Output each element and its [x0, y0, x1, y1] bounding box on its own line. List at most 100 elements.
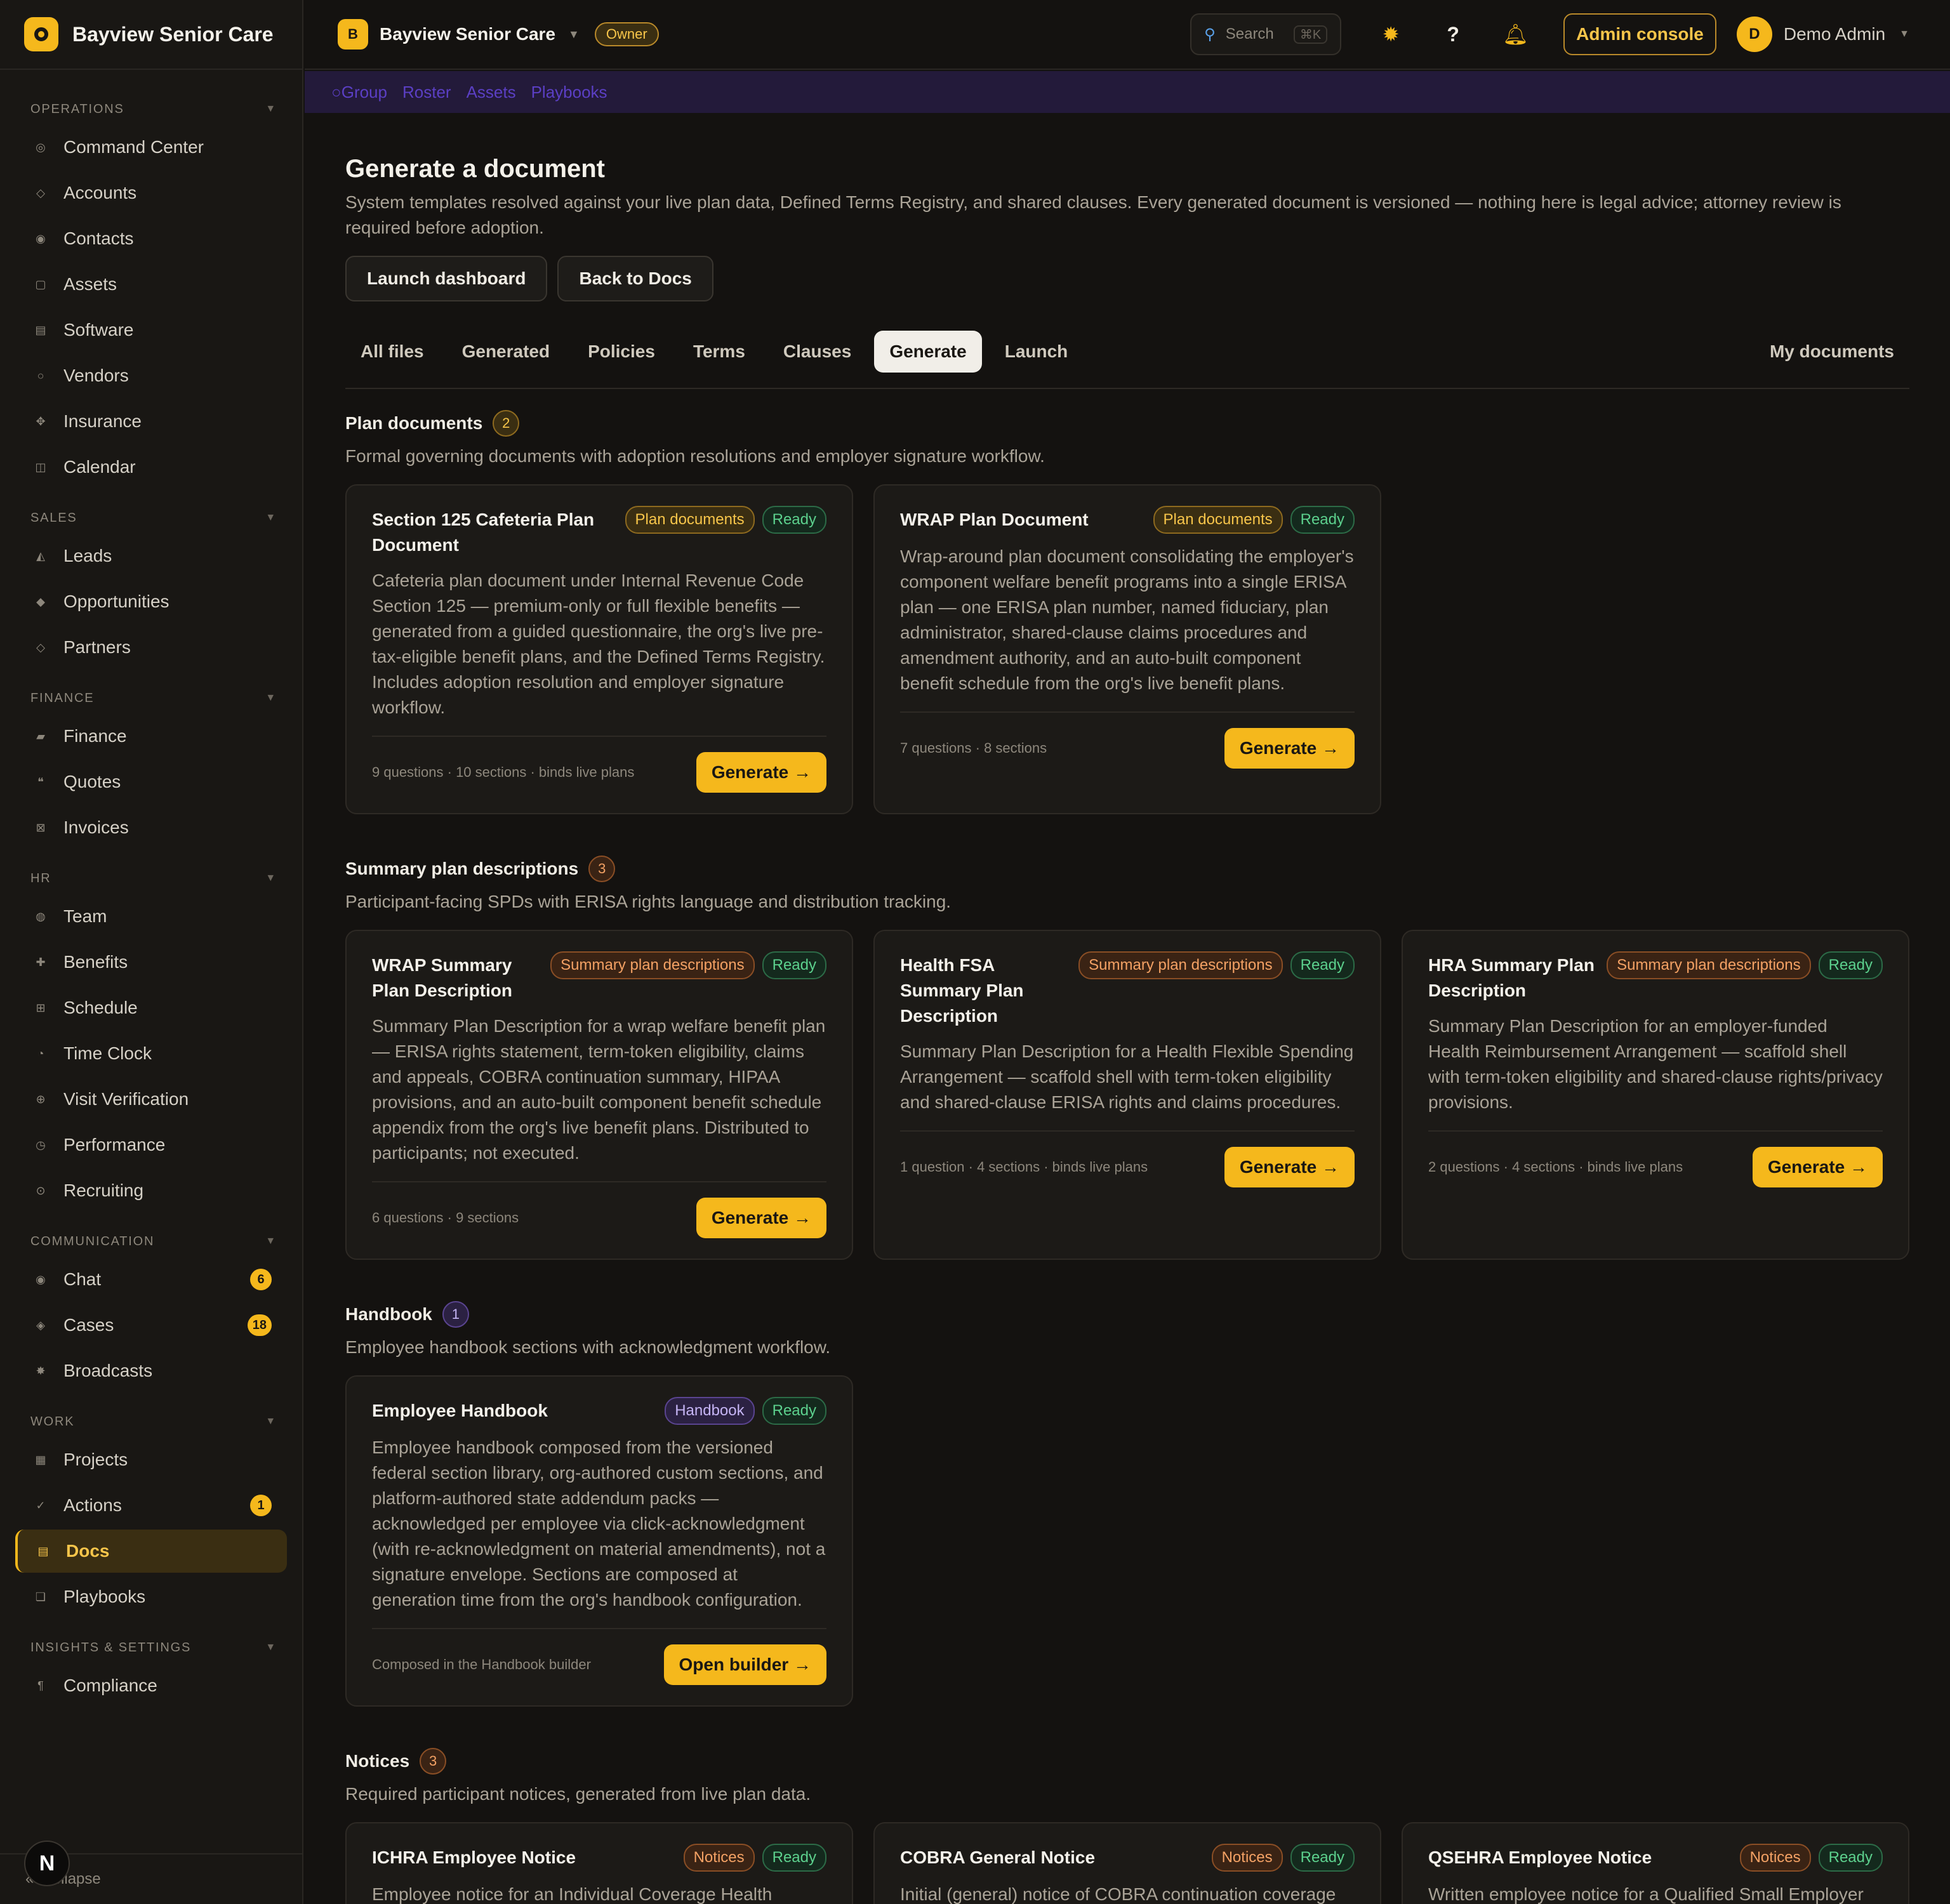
sidebar-item-schedule[interactable]: ⊞ Schedule — [15, 986, 287, 1029]
sidebar-item-chat[interactable]: ◉ Chat 6 — [15, 1258, 287, 1301]
sidebar-item-calendar[interactable]: ◫ Calendar — [15, 446, 287, 489]
sidebar-section-insights-settings[interactable]: INSIGHTS & SETTINGS ▼ — [0, 1634, 302, 1662]
org-logo[interactable]: B — [338, 19, 368, 50]
section-description: Employee handbook sections with acknowle… — [345, 1337, 831, 1357]
performance-icon: ◷ — [36, 1138, 46, 1151]
launch-dashboard-button[interactable]: Launch dashboard — [345, 256, 548, 301]
card-grid: Employee Handbook Handbook Ready Employee h… — [345, 1375, 1909, 1707]
chevron-down-icon[interactable]: ▼ — [265, 103, 277, 115]
sidebar-item-team[interactable]: ◍ Team — [15, 895, 287, 938]
sidebar-section-hr[interactable]: HR ▼ — [0, 864, 302, 892]
card-header: Section 125 Cafeteria Plan Document Plan … — [372, 506, 826, 558]
card-header: Employee Handbook Handbook Ready — [372, 1397, 826, 1425]
back-to-docs-button[interactable]: Back to Docs — [557, 256, 713, 301]
card-description: Written employee notice for a Qualified … — [1428, 1884, 1864, 1904]
chevron-down-icon[interactable]: ▼ — [265, 692, 277, 704]
sidebar-item-quotes[interactable]: ❝ Quotes — [15, 760, 287, 803]
generate-button[interactable]: Generate → — [1752, 1147, 1883, 1187]
sidebar-item-benefits[interactable]: ✚ Benefits — [15, 941, 287, 984]
sidebar-item-recruiting[interactable]: ⊙ Recruiting — [15, 1169, 287, 1212]
sidebar-item-command-center[interactable]: ◎ Command Center — [15, 126, 287, 169]
category-badge: Notices — [1211, 1844, 1283, 1872]
chevron-down-icon[interactable]: ▼ — [568, 28, 580, 41]
card-header: QSEHRA Employee Notice Notices Ready — [1428, 1844, 1883, 1872]
generate-button[interactable]: Generate → — [1224, 728, 1355, 769]
theme-sun-icon[interactable]: ✹ — [1378, 22, 1403, 46]
n-logo[interactable]: N — [24, 1841, 70, 1886]
card-header: WRAP Plan Document Plan documents Ready — [900, 506, 1355, 534]
sidebar-section-operations[interactable]: OPERATIONS ▼ — [0, 95, 302, 123]
status-badge: Ready — [762, 1397, 826, 1425]
tab-launch[interactable]: Launch — [990, 331, 1084, 373]
playbooks-icon: ❏ — [35, 1590, 46, 1603]
tab-generated[interactable]: Generated — [447, 331, 566, 373]
chevron-down-icon[interactable]: ▼ — [265, 512, 277, 524]
admin-console-button[interactable]: Admin console — [1563, 13, 1716, 55]
tab-terms[interactable]: Terms — [678, 331, 760, 373]
leads-icon: ◭ — [36, 549, 45, 562]
chevron-down-icon[interactable]: ▼ — [265, 1416, 277, 1427]
tab-my-documents[interactable]: My documents — [1754, 331, 1909, 373]
help-icon[interactable]: ? — [1440, 23, 1466, 46]
sidebar-section-communication[interactable]: COMMUNICATION ▼ — [0, 1227, 302, 1255]
open-builder-button[interactable]: Open builder → — [663, 1644, 826, 1685]
generate-button[interactable]: Generate → — [1224, 1147, 1355, 1187]
command-center-icon: ◎ — [36, 140, 46, 154]
status-badge: Ready — [1290, 951, 1355, 979]
card-grid: ICHRA Employee Notice Notices Ready Employe… — [345, 1822, 1909, 1904]
generate-button[interactable]: Generate → — [696, 752, 826, 793]
sidebar-item-leads[interactable]: ◭ Leads — [15, 534, 287, 578]
strip-link-assets[interactable]: Assets — [467, 83, 516, 102]
sidebar-item-opportunities[interactable]: ◆ Opportunities — [15, 580, 287, 623]
sidebar-item-finance[interactable]: ▰ Finance — [15, 715, 287, 758]
sidebar-item-invoices[interactable]: ⊠ Invoices — [15, 806, 287, 849]
sidebar-item-visit-verification[interactable]: ⊕ Visit Verification — [15, 1078, 287, 1121]
tab-generate[interactable]: Generate — [874, 331, 982, 373]
org-switcher[interactable]: Bayview Senior Care — [380, 24, 555, 44]
sidebar-item-accounts[interactable]: ◇ Accounts — [15, 171, 287, 215]
strip-link-roster[interactable]: Roster — [402, 83, 451, 102]
sidebar-item-vendors[interactable]: ○ Vendors — [15, 354, 287, 397]
sidebar-item-partners[interactable]: ◇ Partners — [15, 626, 287, 669]
sidebar-item-performance[interactable]: ◷ Performance — [15, 1123, 287, 1167]
section-count-badge: 3 — [588, 856, 616, 882]
template-card: WRAP Summary Plan Description Summary pla… — [345, 930, 853, 1260]
sidebar-item-assets[interactable]: ▢ Assets — [15, 263, 287, 306]
status-badge: Ready — [762, 506, 826, 534]
chevron-down-icon[interactable]: ▼ — [265, 1236, 277, 1247]
sidebar-item-playbooks[interactable]: ❏ Playbooks — [15, 1575, 287, 1618]
sidebar-item-label: Vendors — [63, 366, 129, 385]
sidebar-item-cases[interactable]: ◈ Cases 18 — [15, 1304, 287, 1347]
sidebar-item-software[interactable]: ▤ Software — [15, 308, 287, 352]
search-input[interactable]: ⚲ Search ⌘K — [1190, 13, 1342, 55]
user-name[interactable]: Demo Admin — [1784, 24, 1885, 44]
brand[interactable]: Bayview Senior Care — [0, 0, 302, 70]
tab-clauses[interactable]: Clauses — [768, 331, 866, 373]
chevron-down-icon[interactable]: ▼ — [1899, 29, 1909, 40]
chevron-down-icon[interactable]: ▼ — [265, 873, 277, 884]
sidebar-item-contacts[interactable]: ◉ Contacts — [15, 217, 287, 260]
sidebar-item-docs[interactable]: ▤ Docs — [15, 1530, 287, 1573]
sidebar-item-actions[interactable]: ✓ Actions 1 — [15, 1484, 287, 1527]
sidebar-item-time-clock[interactable]: ◔ Time Clock — [15, 1032, 287, 1075]
sidebar-section-sales[interactable]: SALES ▼ — [0, 504, 302, 532]
chevron-down-icon[interactable]: ▼ — [265, 1642, 277, 1653]
tab-policies[interactable]: Policies — [573, 331, 670, 373]
sidebar-item-broadcasts[interactable]: ✸ Broadcasts — [15, 1349, 287, 1392]
generate-button[interactable]: Generate → — [696, 1198, 826, 1238]
card-badges: Notices Ready — [1739, 1844, 1883, 1872]
sidebar-section-work[interactable]: WORK ▼ — [0, 1408, 302, 1436]
avatar[interactable]: D — [1736, 17, 1772, 52]
card-description: Cafeteria plan document under Internal R… — [372, 571, 825, 717]
sidebar-item-compliance[interactable]: ¶ Compliance — [15, 1664, 287, 1707]
strip-link-group[interactable]: Group — [342, 83, 387, 102]
sidebar-section-finance[interactable]: FINANCE ▼ — [0, 684, 302, 712]
tab-all-files[interactable]: All files — [345, 331, 439, 373]
sidebar-item-insurance[interactable]: ✥ Insurance — [15, 400, 287, 443]
template-card: Employee Handbook Handbook Ready Employee h… — [345, 1375, 853, 1707]
sidebar-item-projects[interactable]: ▦ Projects — [15, 1438, 287, 1481]
strip-link-playbooks[interactable]: Playbooks — [531, 83, 607, 102]
category-badge: Summary plan descriptions — [1607, 951, 1811, 979]
bell-icon[interactable]: 🔔︎ — [1502, 22, 1529, 46]
section-title: Handbook — [345, 1304, 432, 1324]
